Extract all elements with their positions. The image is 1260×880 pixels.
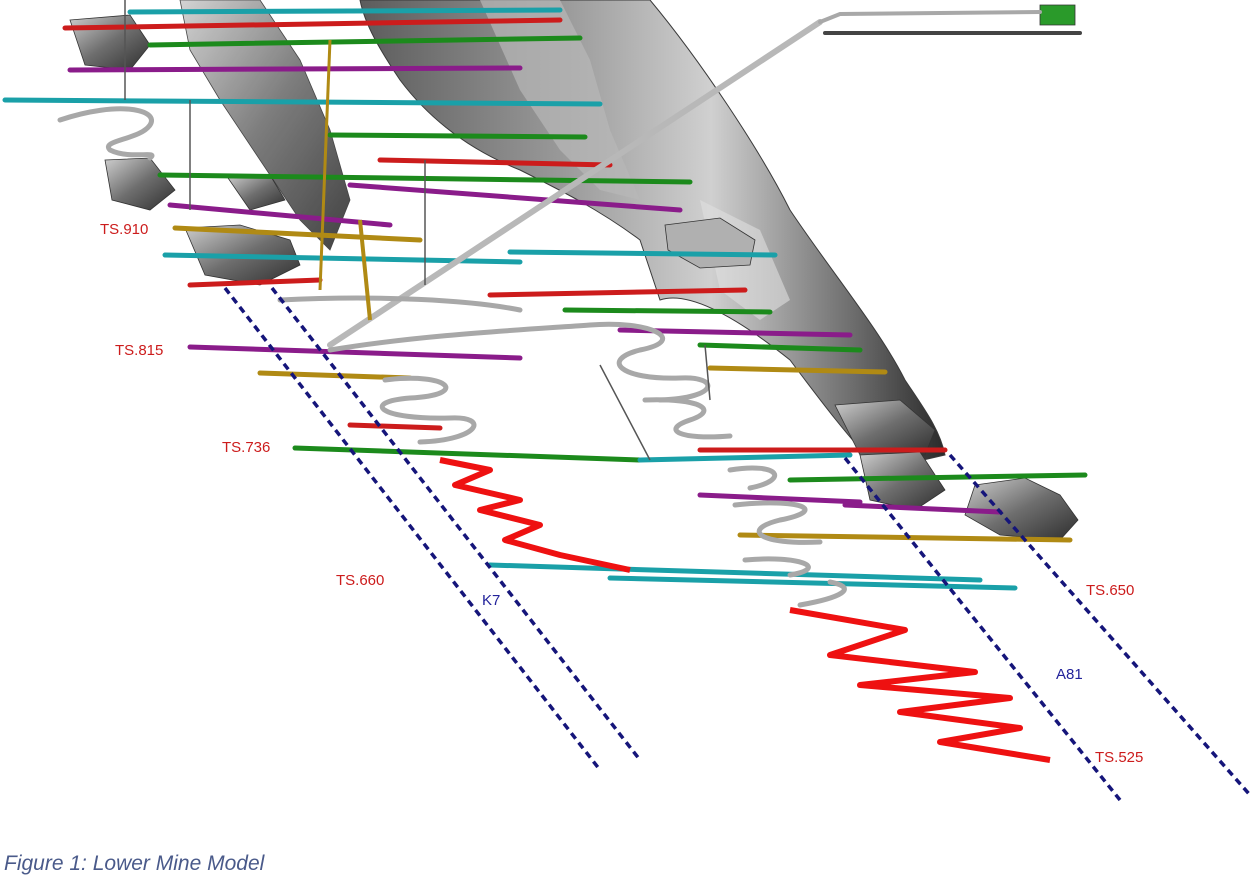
level-label-ts910: TS.910 — [100, 221, 148, 238]
level-label-ts650: TS.650 — [1086, 582, 1134, 599]
borehole-label-a81: A81 — [1056, 666, 1083, 683]
level-label-ts736: TS.736 — [222, 439, 270, 456]
boreholes — [223, 286, 1252, 802]
level-label-ts525: TS.525 — [1095, 749, 1143, 766]
level-label-ts815: TS.815 — [115, 342, 163, 359]
level-label-ts660: TS.660 — [336, 572, 384, 589]
mine-model-diagram: TS.910 TS.815 TS.736 TS.660 TS.650 TS.52… — [2, 0, 1252, 802]
borehole-label-k7: K7 — [482, 592, 500, 609]
figure-caption: Figure 1: Lower Mine Model — [4, 852, 265, 875]
